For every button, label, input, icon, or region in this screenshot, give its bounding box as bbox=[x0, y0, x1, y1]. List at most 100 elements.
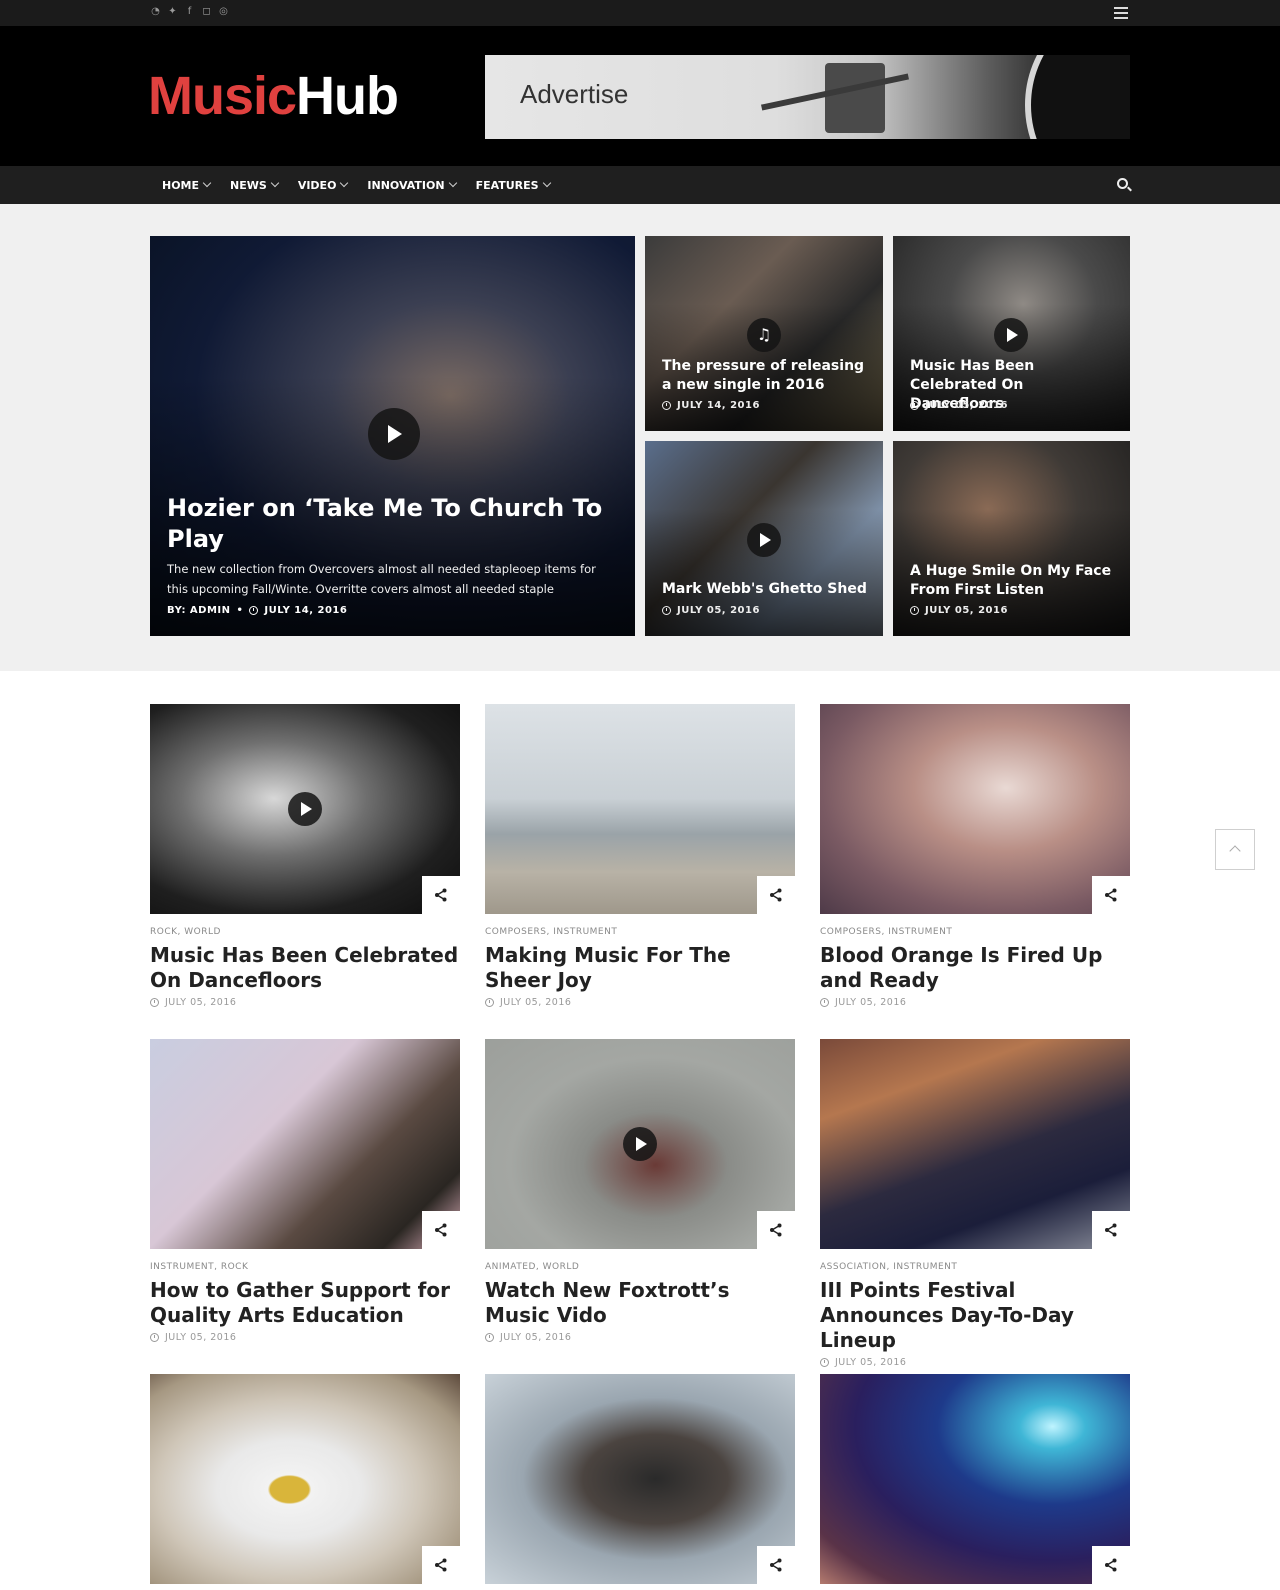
featured-tile[interactable]: ♫ The pressure of releasing a new single… bbox=[645, 236, 883, 431]
post-thumbnail[interactable] bbox=[485, 704, 795, 914]
nav-label: INNOVATION bbox=[367, 178, 445, 192]
post-date: JULY 14, 2016 bbox=[264, 605, 348, 616]
post-title[interactable]: Blood Orange Is Fired Up and Ready bbox=[820, 943, 1130, 993]
share-button[interactable] bbox=[1092, 876, 1130, 914]
clock-icon bbox=[150, 998, 159, 1007]
post-date: JULY 05, 2016 bbox=[150, 997, 460, 1008]
post-categories[interactable]: COMPOSERS, INSTRUMENT bbox=[820, 927, 1130, 937]
post-thumbnail[interactable] bbox=[485, 1374, 795, 1584]
featured-main-post[interactable]: Hozier on ‘Take Me To Church To Play The… bbox=[150, 236, 635, 636]
post-categories[interactable]: ANIMATED, WORLD bbox=[485, 1262, 795, 1272]
tile-title[interactable]: The pressure of releasing a new single i… bbox=[662, 357, 872, 395]
post-categories[interactable]: ROCK, WORLD bbox=[150, 927, 460, 937]
scroll-to-top-button[interactable] bbox=[1215, 829, 1255, 870]
chevron-down-icon bbox=[542, 178, 551, 188]
post-title[interactable]: How to Gather Support for Quality Arts E… bbox=[150, 1278, 460, 1328]
post-thumbnail[interactable] bbox=[485, 1039, 795, 1249]
post-thumbnail[interactable] bbox=[150, 704, 460, 914]
post-thumbnail[interactable] bbox=[150, 1374, 460, 1584]
chevron-down-icon bbox=[340, 178, 349, 188]
advertise-banner[interactable]: Advertise bbox=[485, 55, 1130, 139]
post-date: JULY 05, 2016 bbox=[820, 997, 1130, 1008]
date-text: JULY 05, 2016 bbox=[677, 605, 760, 616]
share-button[interactable] bbox=[422, 1211, 460, 1249]
featured-tile[interactable]: Music Has Been Celebrated On Dancefloors… bbox=[893, 236, 1130, 431]
date-text: JULY 05, 2016 bbox=[835, 997, 907, 1008]
social-links: ◔ ✦ f ◻ ◎ bbox=[150, 6, 229, 17]
post-date: JULY 05, 2016 bbox=[485, 1332, 795, 1343]
share-icon bbox=[770, 888, 782, 902]
vinyl-disc-graphic bbox=[1025, 55, 1130, 139]
post-title[interactable]: Making Music For The Sheer Joy bbox=[485, 943, 795, 993]
post-thumbnail[interactable] bbox=[820, 1374, 1130, 1584]
share-button[interactable] bbox=[757, 1546, 795, 1584]
share-button[interactable] bbox=[1092, 1546, 1130, 1584]
rss-icon[interactable]: ◔ bbox=[150, 6, 161, 17]
facebook-icon[interactable]: f bbox=[184, 6, 195, 17]
share-button[interactable] bbox=[757, 1211, 795, 1249]
date-text: JULY 05, 2016 bbox=[165, 997, 237, 1008]
play-icon[interactable] bbox=[994, 318, 1028, 352]
post-categories[interactable]: ASSOCIATION, INSTRUMENT bbox=[820, 1262, 1130, 1272]
clock-icon bbox=[820, 998, 829, 1007]
tile-title[interactable]: A Huge Smile On My Face From First Liste… bbox=[910, 562, 1120, 600]
share-icon bbox=[435, 888, 447, 902]
top-bar: ◔ ✦ f ◻ ◎ bbox=[0, 0, 1280, 26]
featured-tile[interactable]: Mark Webb's Ghetto Shed JULY 05, 2016 bbox=[645, 441, 883, 636]
play-icon[interactable] bbox=[288, 792, 322, 826]
nav-item-video[interactable]: VIDEO bbox=[297, 178, 349, 192]
play-icon[interactable] bbox=[368, 408, 420, 460]
featured-section: Hozier on ‘Take Me To Church To Play The… bbox=[0, 204, 1280, 671]
date-text: JULY 05, 2016 bbox=[165, 1332, 237, 1343]
nav-item-innovation[interactable]: INNOVATION bbox=[367, 178, 457, 192]
featured-main-description: The new collection from Overcovers almos… bbox=[167, 562, 596, 596]
share-button[interactable] bbox=[422, 876, 460, 914]
post-title[interactable]: Music Has Been Celebrated On Dancefloors bbox=[150, 943, 460, 993]
site-header: MusicHub Advertise bbox=[0, 26, 1280, 166]
share-icon bbox=[1105, 1558, 1117, 1572]
nav-label: VIDEO bbox=[297, 178, 337, 192]
logo-hub: Hub bbox=[296, 66, 399, 126]
nav-label: NEWS bbox=[230, 178, 267, 192]
clock-icon bbox=[485, 998, 494, 1007]
tile-title[interactable]: Mark Webb's Ghetto Shed bbox=[662, 580, 872, 599]
post-title[interactable]: III Points Festival Announces Day-To-Day… bbox=[820, 1278, 1130, 1353]
date-text: JULY 05, 2016 bbox=[925, 605, 1008, 616]
post-categories[interactable]: COMPOSERS, INSTRUMENT bbox=[485, 927, 795, 937]
separator: • bbox=[236, 605, 244, 616]
post-card: COMPOSERS, INSTRUMENT Making Music For T… bbox=[485, 704, 795, 1008]
nav-item-news[interactable]: NEWS bbox=[230, 178, 280, 192]
featured-tile[interactable]: A Huge Smile On My Face From First Liste… bbox=[893, 441, 1130, 636]
date-text: JULY 05, 2016 bbox=[500, 997, 572, 1008]
featured-main-title[interactable]: Hozier on ‘Take Me To Church To Play bbox=[167, 493, 607, 555]
tile-date: JULY 05, 2016 bbox=[910, 605, 1008, 616]
post-thumbnail[interactable] bbox=[820, 704, 1130, 914]
share-button[interactable] bbox=[422, 1546, 460, 1584]
dribbble-icon[interactable]: ◎ bbox=[218, 6, 229, 17]
play-icon[interactable] bbox=[747, 523, 781, 557]
share-icon bbox=[770, 1223, 782, 1237]
post-thumbnail[interactable] bbox=[820, 1039, 1130, 1249]
author[interactable]: BY: ADMIN bbox=[167, 605, 231, 616]
chevron-down-icon bbox=[448, 178, 457, 188]
nav-item-features[interactable]: FEATURES bbox=[475, 178, 551, 192]
search-icon[interactable] bbox=[1117, 178, 1128, 189]
turntable-head-graphic bbox=[825, 63, 885, 133]
date-text: JULY 14, 2016 bbox=[677, 400, 760, 411]
post-date: JULY 05, 2016 bbox=[485, 997, 795, 1008]
nav-item-home[interactable]: HOME bbox=[162, 179, 212, 192]
post-title[interactable]: Watch New Foxtrott’s Music Vido bbox=[485, 1278, 795, 1328]
post-thumbnail[interactable] bbox=[150, 1039, 460, 1249]
play-icon[interactable] bbox=[623, 1127, 657, 1161]
main-nav: HOME NEWS VIDEO INNOVATION FEATURES bbox=[0, 166, 1280, 204]
share-button[interactable] bbox=[1092, 1211, 1130, 1249]
share-button[interactable] bbox=[757, 876, 795, 914]
twitter-icon[interactable]: ✦ bbox=[167, 6, 178, 17]
instagram-icon[interactable]: ◻ bbox=[201, 6, 212, 17]
hamburger-icon[interactable] bbox=[1114, 7, 1128, 19]
site-logo[interactable]: MusicHub bbox=[148, 66, 399, 126]
nav-label: FEATURES bbox=[475, 178, 539, 192]
post-categories[interactable]: INSTRUMENT, ROCK bbox=[150, 1262, 460, 1272]
post-date: JULY 05, 2016 bbox=[150, 1332, 460, 1343]
post-card: ROCK, WORLD Music Has Been Celebrated On… bbox=[150, 704, 460, 1008]
